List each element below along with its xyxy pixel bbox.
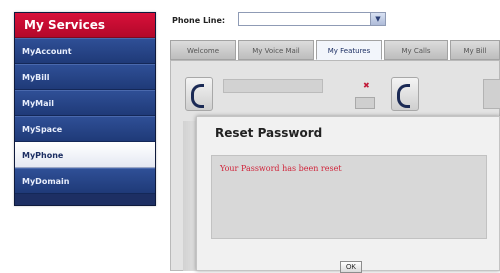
close-icon: ✖ xyxy=(363,81,370,90)
service-item-myphone[interactable]: MyPhone xyxy=(15,142,155,168)
phone-line-select[interactable]: ▼ xyxy=(238,12,386,26)
tab-my-voice-mail[interactable]: My Voice Mail xyxy=(238,40,314,60)
services-header: My Services xyxy=(15,13,155,38)
tab-my-bill[interactable]: My Bill xyxy=(450,40,500,60)
services-menu: My Services MyAccount MyBill MyMail MySp… xyxy=(14,12,156,206)
feature-stub xyxy=(483,79,500,109)
feature-row: ✖ xyxy=(185,73,500,117)
service-item-mybill[interactable]: MyBill xyxy=(15,64,155,90)
phone-icon xyxy=(185,77,213,111)
service-item-myaccount[interactable]: MyAccount xyxy=(15,38,155,64)
tab-my-features[interactable]: My Features xyxy=(316,40,382,60)
chevron-down-icon[interactable]: ▼ xyxy=(370,13,385,25)
dialog-message: Your Password has been reset xyxy=(220,164,342,173)
service-item-mymail[interactable]: MyMail xyxy=(15,90,155,116)
tab-my-calls[interactable]: My Calls xyxy=(384,40,448,60)
tab-welcome[interactable]: Welcome xyxy=(170,40,236,60)
ok-button[interactable]: OK xyxy=(340,261,362,273)
feature-button xyxy=(355,97,375,109)
feature-tabs: Welcome My Voice Mail My Features My Cal… xyxy=(170,40,500,60)
feature-field xyxy=(223,79,323,93)
service-item-mydomain[interactable]: MyDomain xyxy=(15,168,155,194)
service-item-myspace[interactable]: MySpace xyxy=(15,116,155,142)
dialog-title: Reset Password xyxy=(215,126,323,140)
reset-password-dialog: Reset Password Your Password has been re… xyxy=(196,116,500,273)
panel-edge xyxy=(183,121,197,271)
phone-line-label: Phone Line: xyxy=(172,16,226,25)
dialog-body: Your Password has been reset xyxy=(211,155,487,239)
phone-icon xyxy=(391,77,419,111)
